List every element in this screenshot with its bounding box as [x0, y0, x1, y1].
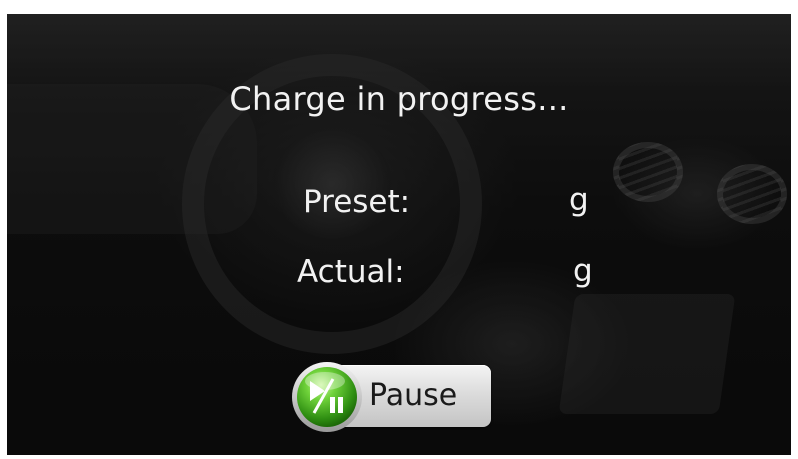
play-pause-icon — [292, 362, 362, 432]
preset-label: Preset: — [303, 184, 411, 220]
charge-screen: Charge in progress... Preset: g Actual: … — [7, 14, 791, 455]
actual-unit: g — [573, 253, 593, 289]
preset-unit: g — [569, 182, 589, 218]
pause-button-label: Pause — [369, 378, 458, 413]
actual-label: Actual: — [297, 254, 405, 290]
pause-button[interactable]: Pause — [283, 361, 495, 433]
status-title: Charge in progress... — [229, 80, 569, 118]
